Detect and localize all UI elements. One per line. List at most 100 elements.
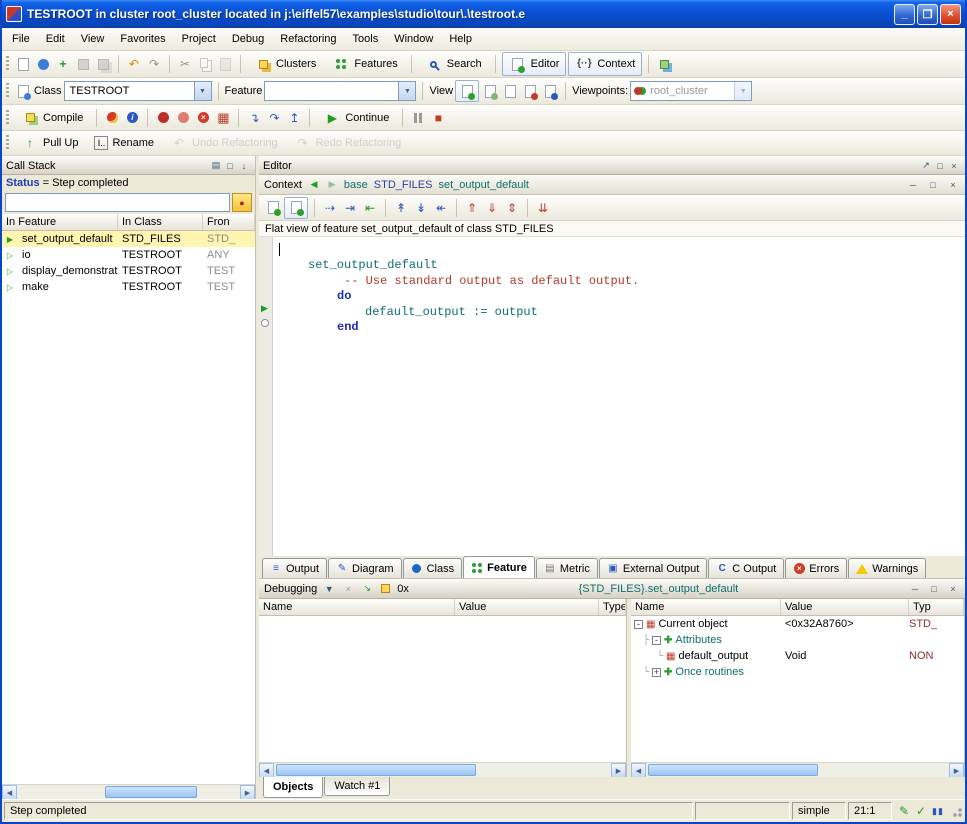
tab-objects[interactable]: Objects (263, 777, 323, 798)
tree-row-current-object[interactable]: ▦ Current object <0x32A8760> STD_ (631, 616, 964, 632)
copy-icon[interactable] (196, 55, 214, 73)
call-stack-row[interactable]: ▶ set_output_default STD_FILES STD_ (2, 231, 255, 247)
chevron-down-icon[interactable]: ▼ (398, 82, 415, 100)
menu-file[interactable]: File (4, 30, 38, 48)
class-combo[interactable]: TESTROOT ▼ (64, 81, 212, 101)
feature-exact-icon[interactable]: ⇤ (361, 199, 379, 217)
collapse-icon[interactable] (652, 636, 661, 645)
menu-view[interactable]: View (73, 30, 113, 48)
tree-row-default-output[interactable]: └ ▦ default_output Void NON (631, 648, 964, 664)
tab-metric[interactable]: ▤ Metric (536, 558, 598, 578)
call-stack-header[interactable]: Call Stack ▤ □ ↓ (2, 156, 255, 175)
remove-breakpoints-icon[interactable]: × (194, 109, 212, 127)
minimize-context-icon[interactable]: ─ (906, 178, 920, 191)
feature-homonyms-icon[interactable]: ⇢ (321, 199, 339, 217)
debugging-header[interactable]: Debugging ▼ × ↘ 0x {STD_FILES}.set_outpu… (259, 579, 965, 599)
maximize-button[interactable]: ❐ (917, 4, 938, 25)
scroll-right-icon[interactable]: ▶ (240, 785, 255, 800)
tab-external-output[interactable]: ▣ External Output (599, 558, 707, 578)
call-stack-row[interactable]: ▷ display_demonstrat... TESTROOT TEST (2, 263, 255, 279)
clusters-button[interactable]: Clusters (247, 52, 323, 76)
open-icon[interactable] (34, 55, 52, 73)
scroll-thumb[interactable] (648, 764, 818, 776)
add-item-icon[interactable]: + (54, 55, 72, 73)
redo-refactoring-button[interactable]: ↷ Redo Refactoring (287, 131, 409, 155)
close-debug-icon[interactable]: × (946, 582, 960, 595)
save-all-icon[interactable] (94, 55, 112, 73)
objects-table-hscrollbar[interactable]: ◀ ▶ (631, 762, 964, 777)
redo-icon[interactable]: ↷ (145, 55, 163, 73)
feature-implementers-icon[interactable]: ⇥ (341, 199, 359, 217)
save-icon[interactable] (74, 55, 92, 73)
history-forward-icon[interactable]: ▶ (326, 176, 338, 194)
exception-settings-icon[interactable]: ● (232, 193, 252, 212)
view-editor-button[interactable] (455, 80, 479, 102)
feature-combo[interactable]: ▼ (264, 81, 416, 101)
resize-grip[interactable] (950, 805, 963, 818)
column-name[interactable]: Name (631, 599, 781, 615)
breakpoint-slot-icon[interactable] (261, 319, 269, 327)
close-button[interactable]: × (940, 4, 961, 25)
save-panel-icon[interactable]: ▤ (209, 159, 223, 172)
toolbar-grip[interactable] (6, 135, 9, 151)
context-toggle-button[interactable]: {··} Context (568, 52, 642, 76)
view-contract-icon[interactable] (521, 82, 539, 100)
scroll-right-icon[interactable]: ▶ (611, 763, 626, 778)
column-name[interactable]: Name (259, 599, 455, 615)
float-panel-icon[interactable]: □ (223, 159, 237, 172)
tab-c-output[interactable]: C C Output (708, 558, 784, 578)
callers-callees-icon[interactable]: ⇕ (503, 199, 521, 217)
code-text-area[interactable]: set_output_default -- Use standard outpu… (273, 237, 965, 556)
breadcrumb-cluster[interactable]: base (344, 179, 368, 191)
compile-button[interactable]: Compile (14, 106, 90, 130)
call-stack-hscrollbar[interactable]: ◀ ▶ (2, 784, 255, 799)
tab-class[interactable]: Class (403, 558, 463, 578)
scroll-track[interactable] (17, 785, 240, 799)
tab-diagram[interactable]: ✎ Diagram (328, 558, 402, 578)
viewpoints-combo[interactable]: root_cluster ▼ (630, 81, 752, 101)
restore-panel-icon[interactable]: ↗ (919, 159, 933, 172)
menu-favorites[interactable]: Favorites (112, 30, 173, 48)
ancestor-versions-icon[interactable]: ↟ (392, 199, 410, 217)
creators-icon[interactable]: ⇊ (534, 199, 552, 217)
titlebar[interactable]: TESTROOT in cluster root_cluster located… (2, 0, 965, 28)
stop-icon[interactable]: ■ (429, 109, 447, 127)
toolbar-grip[interactable] (6, 110, 9, 126)
close-panel-icon[interactable]: × (947, 159, 961, 172)
search-button[interactable]: Search (418, 52, 489, 76)
column-in-class[interactable]: In Class (118, 214, 203, 230)
editor-header[interactable]: Editor ↗ □ × (259, 156, 965, 175)
debugging-menu-chevron-icon[interactable]: ▼ (322, 582, 336, 595)
menu-refactoring[interactable]: Refactoring (272, 30, 344, 48)
descendant-versions-icon[interactable]: ↡ (412, 199, 430, 217)
column-in-feature[interactable]: In Feature (2, 214, 118, 230)
breadcrumb-feature[interactable]: set_output_default (438, 179, 529, 191)
call-stack-row[interactable]: ▷ io TESTROOT ANY (2, 247, 255, 263)
editor-gutter[interactable]: ▶ (259, 237, 273, 556)
scroll-track[interactable] (646, 763, 949, 777)
cut-icon[interactable]: ✂ (176, 55, 194, 73)
maximize-panel-icon[interactable]: □ (933, 159, 947, 172)
tree-row-once-routines[interactable]: └ ✚ Once routines (631, 664, 964, 680)
minimize-panel-icon[interactable]: ↓ (237, 159, 251, 172)
column-value[interactable]: Value (781, 599, 909, 615)
disable-breakpoints-icon[interactable] (174, 109, 192, 127)
undo-refactoring-button[interactable]: ↶ Undo Refactoring (163, 131, 285, 155)
continue-button[interactable]: ▶ Continue (316, 106, 396, 130)
grab-object-icon[interactable]: ↘ (360, 582, 374, 595)
view-interface-icon[interactable] (541, 82, 559, 100)
scroll-thumb[interactable] (276, 764, 476, 776)
view-clickable-icon[interactable] (481, 82, 499, 100)
info-icon[interactable]: i (123, 109, 141, 127)
callees-icon[interactable]: ⇓ (483, 199, 501, 217)
features-button[interactable]: Features (325, 52, 404, 76)
chevron-down-icon[interactable]: ▼ (734, 82, 751, 100)
diagram-tool-icon[interactable] (655, 55, 673, 73)
tab-output[interactable]: ≡ Output (262, 558, 327, 578)
editor-toggle-button[interactable]: Editor (502, 52, 567, 76)
step-over-icon[interactable]: ↷ (265, 109, 283, 127)
remove-watch-icon[interactable]: × (341, 582, 355, 595)
watch-table-body[interactable] (259, 616, 626, 762)
step-out-icon[interactable]: ↥ (285, 109, 303, 127)
minimize-debug-icon[interactable]: ─ (908, 582, 922, 595)
